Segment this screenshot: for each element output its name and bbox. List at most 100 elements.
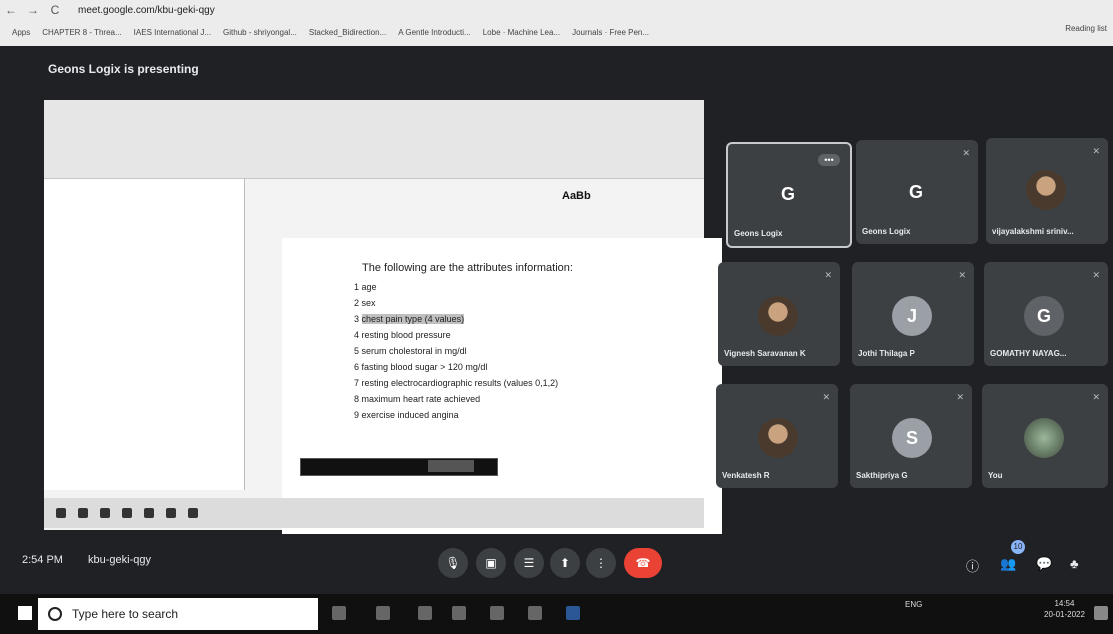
chat-icon[interactable]: 💬	[1036, 556, 1052, 572]
shared-taskbar-icon	[122, 508, 132, 518]
attr-item: 2 sex	[354, 298, 376, 308]
captions-icon: ☰	[523, 556, 535, 570]
mic-toggle-button[interactable]: 🎙	[438, 548, 468, 578]
more-vert-icon: ⋮	[595, 556, 607, 570]
participant-name: Sakthipriya G	[856, 471, 908, 480]
bookmark-stacked[interactable]: Stacked_Bidirection...	[309, 28, 386, 37]
attr-item: 4 resting blood pressure	[354, 330, 451, 340]
attr-item: 3 chest pain type (4 values)	[354, 314, 465, 324]
mic-off-icon: 🎙	[445, 556, 461, 570]
attr-item: 1 age	[354, 282, 377, 292]
app-icon[interactable]	[528, 606, 542, 620]
shared-taskbar-icon	[56, 508, 66, 518]
participant-name: Geons Logix	[734, 229, 783, 238]
edge-icon[interactable]	[418, 606, 432, 620]
avatar	[1024, 418, 1064, 458]
mic-off-icon: ✕	[956, 392, 964, 402]
camera-toggle-button[interactable]: ▣	[476, 548, 506, 578]
cortana-icon	[48, 607, 62, 621]
participant-tile[interactable]: ✕ G GOMATHY NAYAG...	[984, 262, 1108, 366]
stop-sharing-button[interactable]	[428, 460, 474, 472]
participant-name: Vignesh Saravanan K	[724, 349, 806, 358]
meeting-code: kbu-geki-qgy	[88, 554, 151, 566]
participant-tile[interactable]: ✕ Vignesh Saravanan K	[718, 262, 840, 366]
participant-tile[interactable]: ✕ You	[982, 384, 1108, 488]
word-ribbon	[44, 100, 704, 179]
taskbar-clock[interactable]: 14:54 20-01-2022	[1044, 598, 1085, 620]
browser-chrome: ← → C meet.google.com/kbu-geki-qgy Apps …	[0, 0, 1113, 46]
avatar: G	[908, 181, 923, 202]
bookmark-chapter[interactable]: CHAPTER 8 - Threa...	[42, 28, 121, 37]
participant-tile[interactable]: ✕ Venkatesh R	[716, 384, 838, 488]
leave-call-button[interactable]: ☎	[624, 548, 662, 578]
captions-button[interactable]: ☰	[514, 548, 544, 578]
attr-item: 7 resting electrocardiographic results (…	[354, 378, 559, 388]
avatar: J	[892, 296, 932, 336]
participant-tile[interactable]: ✕ vijayalakshmi sriniv...	[986, 138, 1108, 244]
participant-tile[interactable]: ✕ G Geons Logix	[856, 140, 978, 244]
avatar	[758, 418, 798, 458]
mic-off-icon: ✕	[958, 270, 966, 280]
app-icon[interactable]	[376, 606, 390, 620]
mic-off-icon: ✕	[1092, 146, 1100, 156]
people-icon[interactable]: 👥	[1000, 556, 1016, 572]
more-options-icon[interactable]: •••	[818, 154, 840, 166]
bookmark-journals[interactable]: Journals · Free Pen...	[572, 28, 649, 37]
mic-off-icon: ✕	[1092, 270, 1100, 280]
bookmark-lobe[interactable]: Lobe · Machine Lea...	[483, 28, 560, 37]
chrome-icon[interactable]	[490, 606, 504, 620]
taskbar-search[interactable]: Type here to search	[38, 598, 318, 630]
task-view-icon[interactable]	[332, 606, 346, 620]
shared-taskbar-icon	[166, 508, 176, 518]
info-icon[interactable]: ⓘ	[966, 556, 979, 575]
reading-list-button[interactable]: Reading list	[1065, 24, 1107, 33]
file-explorer-icon[interactable]	[452, 606, 466, 620]
bookmark-iaes[interactable]: IAES International J...	[134, 28, 211, 37]
participant-name: GOMATHY NAYAG...	[990, 349, 1067, 358]
mic-off-icon: ✕	[962, 148, 970, 158]
bookmark-github[interactable]: Github - shriyongal...	[223, 28, 297, 37]
camera-off-icon: ▣	[485, 556, 497, 570]
more-options-button[interactable]: ⋮	[586, 548, 616, 578]
meet-controls-bar: 2:54 PM kbu-geki-qgy 🎙 ▣ ☰ ⬆ ⋮ ☎ ⓘ 👥 10 …	[0, 534, 1113, 592]
mic-off-icon: ✕	[824, 270, 832, 280]
hang-up-icon: ☎	[635, 556, 651, 570]
participant-name: Geons Logix	[862, 227, 911, 236]
meeting-time: 2:54 PM	[22, 554, 63, 566]
shared-taskbar	[44, 498, 704, 528]
attr-item: 8 maximum heart rate achieved	[354, 394, 481, 404]
notifications-icon[interactable]	[1094, 606, 1108, 620]
forward-button[interactable]: →	[22, 3, 44, 17]
participant-count-badge: 10	[1011, 540, 1025, 554]
present-icon: ⬆	[559, 556, 571, 570]
attr-item: 9 exercise induced angina	[354, 410, 459, 420]
style-preview: AaBb	[562, 190, 591, 202]
attr-item: 6 fasting blood sugar > 120 mg/dl	[354, 362, 488, 372]
mic-off-icon: ✕	[822, 392, 830, 402]
bookmark-gentle[interactable]: A Gentle Introducti...	[398, 28, 470, 37]
activities-icon[interactable]: ♣	[1070, 556, 1079, 571]
avatar: G	[780, 183, 795, 204]
url-bar[interactable]: meet.google.com/kbu-geki-qgy	[78, 5, 215, 16]
presenting-banner: Geons Logix is presenting	[48, 62, 199, 76]
windows-taskbar: Type here to search ENG 14:54 20-01-2022	[0, 594, 1113, 634]
participant-tile[interactable]: ✕ S Sakthipriya G	[850, 384, 972, 488]
attr-item: 5 serum cholestoral in mg/dl	[354, 346, 467, 356]
reload-button[interactable]: C	[44, 3, 66, 17]
avatar: G	[1024, 296, 1064, 336]
bookmark-apps[interactable]: Apps	[12, 28, 30, 37]
system-tray-lang[interactable]: ENG	[905, 600, 922, 609]
bookmarks-bar: Apps CHAPTER 8 - Threa... IAES Internati…	[0, 21, 1113, 43]
address-row: ← → C meet.google.com/kbu-geki-qgy	[0, 0, 1113, 20]
participant-name: vijayalakshmi sriniv...	[992, 227, 1074, 236]
present-button[interactable]: ⬆	[550, 548, 580, 578]
word-document: The following are the attributes informa…	[282, 238, 722, 538]
doc-heading: The following are the attributes informa…	[362, 262, 573, 274]
participant-tile[interactable]: ✕ J Jothi Thilaga P	[852, 262, 974, 366]
avatar: S	[892, 418, 932, 458]
windows-start-icon[interactable]	[18, 606, 32, 620]
word-icon[interactable]	[566, 606, 580, 620]
shared-taskbar-icon	[100, 508, 110, 518]
back-button[interactable]: ←	[0, 3, 22, 17]
participant-tile[interactable]: ••• G Geons Logix	[726, 142, 852, 248]
